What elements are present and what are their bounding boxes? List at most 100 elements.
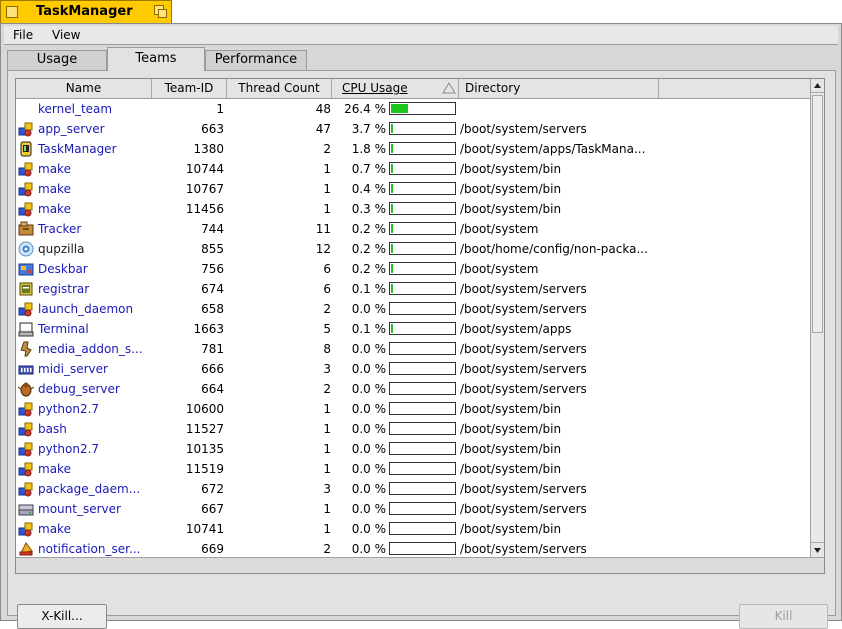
menu-view[interactable]: View: [52, 28, 80, 42]
cpu-usage-bar: [389, 182, 456, 195]
table-row[interactable]: app_server 663 47 3.7 % /boot/system/servers: [16, 119, 810, 139]
team-id: 658: [201, 302, 224, 316]
table-row[interactable]: python2.7 10600 1 0.0 % /boot/system/bin: [16, 399, 810, 419]
thread-count: 3: [323, 482, 331, 496]
table-row[interactable]: Deskbar 756 6 0.2 % /boot/system: [16, 259, 810, 279]
thread-count: 1: [323, 422, 331, 436]
team-id: 674: [201, 282, 224, 296]
table-row[interactable]: make 11519 1 0.0 % /boot/system/bin: [16, 459, 810, 479]
tab-performance[interactable]: Performance: [205, 50, 307, 70]
table-row[interactable]: launch_daemon 658 2 0.0 % /boot/system/serve…: [16, 299, 810, 319]
kill-button[interactable]: Kill: [739, 604, 828, 629]
team-id: 11527: [185, 422, 224, 436]
table-row[interactable]: package_daem... 672 3 0.0 % /boot/system/ser…: [16, 479, 810, 499]
table-row[interactable]: notification_ser... 669 2 0.0 % /boot/system…: [16, 539, 810, 559]
scroll-up-button[interactable]: [811, 79, 824, 93]
column-header: Name Team-ID Thread Count CPU Usage Dire…: [16, 79, 810, 99]
team-directory: /boot/system/servers: [460, 342, 587, 356]
cpu-usage-text: 0.3 %: [351, 202, 386, 216]
team-id: 1: [216, 102, 224, 116]
cpu-usage-bar-fill: [391, 204, 393, 213]
table-row[interactable]: make 10744 1 0.7 % /boot/system/bin: [16, 159, 810, 179]
thread-count: 5: [323, 322, 331, 336]
notification-server-icon: [18, 541, 34, 557]
thread-count: 1: [323, 502, 331, 516]
cpu-usage-bar: [389, 542, 456, 555]
cpu-usage-bar-fill: [391, 324, 393, 333]
table-row[interactable]: Terminal 1663 5 0.1 % /boot/system/apps: [16, 319, 810, 339]
cpu-usage-text: 0.0 %: [351, 302, 386, 316]
column-directory[interactable]: Directory: [459, 79, 659, 99]
cpu-usage-text: 0.4 %: [351, 182, 386, 196]
table-row[interactable]: make 10741 1 0.0 % /boot/system/bin: [16, 519, 810, 539]
team-directory: /boot/system/apps/TaskMana...: [460, 142, 646, 156]
cpu-usage-text: 26.4 %: [344, 102, 386, 116]
team-name: package_daem...: [38, 482, 141, 496]
team-name: mount_server: [38, 502, 121, 516]
table-row[interactable]: python2.7 10135 1 0.0 % /boot/system/bin: [16, 439, 810, 459]
cpu-usage-text: 0.0 %: [351, 542, 386, 556]
tab-teams[interactable]: Teams: [107, 47, 205, 71]
team-id: 663: [201, 122, 224, 136]
table-row[interactable]: Tracker 744 11 0.2 % /boot/system: [16, 219, 810, 239]
table-row[interactable]: make 11456 1 0.3 % /boot/system/bin: [16, 199, 810, 219]
team-directory: /boot/home/config/non-packa...: [460, 242, 648, 256]
vertical-scrollbar[interactable]: [810, 79, 824, 557]
xkill-button[interactable]: X-Kill...: [17, 604, 107, 629]
cpu-usage-bar: [389, 442, 456, 455]
table-row[interactable]: media_addon_s... 781 8 0.0 % /boot/system/se…: [16, 339, 810, 359]
team-directory: /boot/system/servers: [460, 542, 587, 556]
team-directory: /boot/system/apps: [460, 322, 572, 336]
team-directory: /boot/system/bin: [460, 462, 562, 476]
table-row[interactable]: registrar 674 6 0.1 % /boot/system/servers: [16, 279, 810, 299]
tab-usage[interactable]: Usage: [7, 50, 107, 70]
app-generic-icon: [18, 521, 34, 537]
table-row[interactable]: debug_server 664 2 0.0 % /boot/system/server…: [16, 379, 810, 399]
table-row[interactable]: qupzilla 855 12 0.2 % /boot/home/config/non-…: [16, 239, 810, 259]
team-directory: /boot/system/servers: [460, 482, 587, 496]
table-row[interactable]: make 10767 1 0.4 % /boot/system/bin: [16, 179, 810, 199]
cpu-usage-bar-fill: [391, 104, 408, 113]
team-name: registrar: [38, 282, 90, 296]
team-directory: /boot/system/servers: [460, 122, 587, 136]
cpu-usage-bar: [389, 322, 456, 335]
scroll-down-button[interactable]: [811, 542, 824, 556]
team-directory: /boot/system/servers: [460, 362, 587, 376]
horizontal-scrollbar[interactable]: [16, 557, 824, 573]
team-id: 672: [201, 482, 224, 496]
column-team-id[interactable]: Team-ID: [152, 79, 227, 99]
team-id: 855: [201, 242, 224, 256]
thread-count: 3: [323, 362, 331, 376]
cpu-usage-bar: [389, 202, 456, 215]
table-row[interactable]: midi_server 666 3 0.0 % /boot/system/servers: [16, 359, 810, 379]
scroll-thumb[interactable]: [812, 95, 823, 333]
team-id: 10135: [185, 442, 224, 456]
debug-server-icon: [17, 381, 35, 397]
team-name: Tracker: [38, 222, 82, 236]
window-zoom-button[interactable]: [154, 5, 168, 19]
teams-list[interactable]: Name Team-ID Thread Count CPU Usage Dire…: [15, 78, 825, 574]
table-row[interactable]: bash 11527 1 0.0 % /boot/system/bin: [16, 419, 810, 439]
table-row[interactable]: mount_server 667 1 0.0 % /boot/system/server…: [16, 499, 810, 519]
column-thread-count[interactable]: Thread Count: [227, 79, 332, 99]
app-generic-icon: [18, 201, 34, 217]
window-title-tab[interactable]: TaskManager: [0, 0, 172, 23]
window-title: TaskManager: [36, 4, 133, 19]
terminal-icon: [18, 321, 34, 337]
app-generic-icon: [18, 481, 34, 497]
table-row[interactable]: TaskManager 1380 2 1.8 % /boot/system/apps/T…: [16, 139, 810, 159]
thread-count: 2: [323, 382, 331, 396]
menu-file[interactable]: File: [13, 28, 33, 42]
table-row[interactable]: kernel_team 1 48 26.4 %: [16, 99, 810, 119]
teams-panel: Name Team-ID Thread Count CPU Usage Dire…: [7, 70, 836, 629]
cpu-usage-bar-fill: [391, 224, 393, 233]
app-generic-icon: [18, 161, 34, 177]
window-close-button[interactable]: [6, 6, 18, 18]
thread-count: 1: [323, 162, 331, 176]
team-id: 667: [201, 502, 224, 516]
column-name[interactable]: Name: [16, 79, 152, 99]
column-cpu-usage[interactable]: CPU Usage: [332, 79, 459, 99]
cpu-usage-bar: [389, 302, 456, 315]
cpu-usage-bar-fill: [391, 124, 393, 133]
thread-count: 6: [323, 262, 331, 276]
